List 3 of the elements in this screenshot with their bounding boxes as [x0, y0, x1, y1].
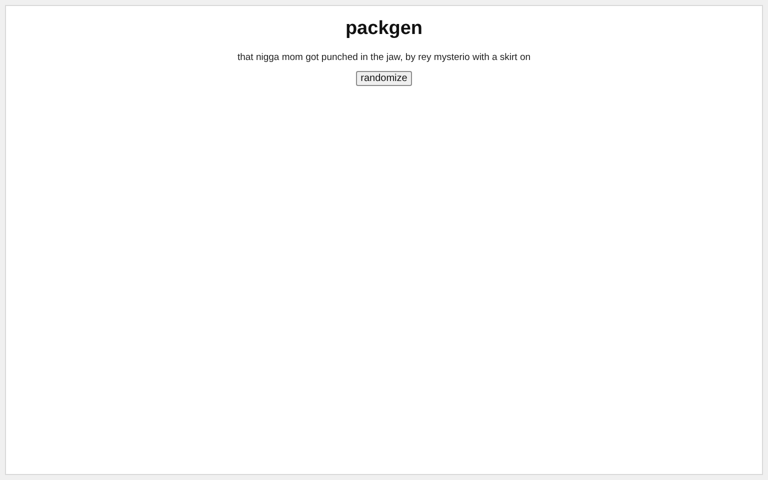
generated-text: that nigga mom got punched in the jaw, by rey mysterio with a skirt on: [237, 52, 531, 63]
page-title: packgen: [345, 18, 423, 40]
randomize-button[interactable]: randomize: [356, 71, 412, 86]
